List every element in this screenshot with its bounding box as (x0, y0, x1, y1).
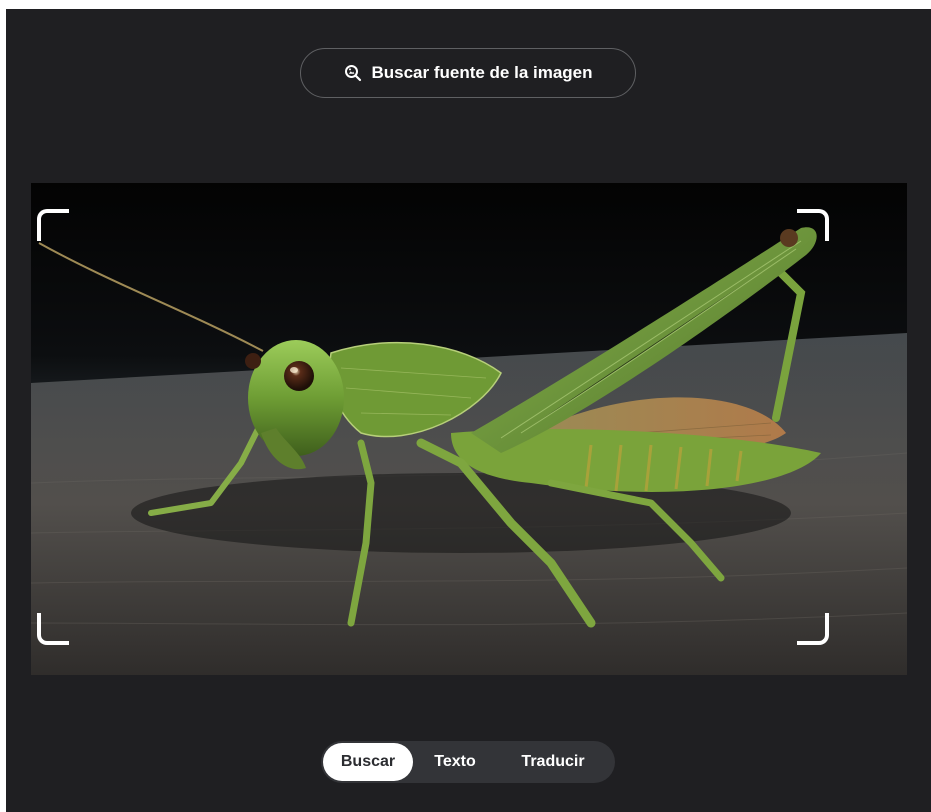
crop-handle-top-left[interactable] (37, 209, 69, 241)
tab-buscar[interactable]: Buscar (323, 743, 413, 781)
tab-texto[interactable]: Texto (413, 743, 497, 781)
crop-handle-bottom-left[interactable] (37, 613, 69, 645)
top-edge (0, 0, 931, 9)
selected-image[interactable] (31, 183, 907, 675)
find-image-source-button[interactable]: Buscar fuente de la imagen (300, 48, 636, 98)
crop-handle-top-right[interactable] (797, 209, 829, 241)
mode-tabs: Buscar Texto Traducir (321, 741, 615, 783)
image-search-icon (343, 63, 363, 83)
find-image-source-label: Buscar fuente de la imagen (371, 63, 593, 82)
tab-traducir[interactable]: Traducir (497, 743, 609, 781)
lens-overlay: Buscar fuente de la imagen Buscar Texto … (0, 0, 931, 812)
crop-handle-bottom-right[interactable] (797, 613, 829, 645)
left-edge (0, 0, 6, 812)
